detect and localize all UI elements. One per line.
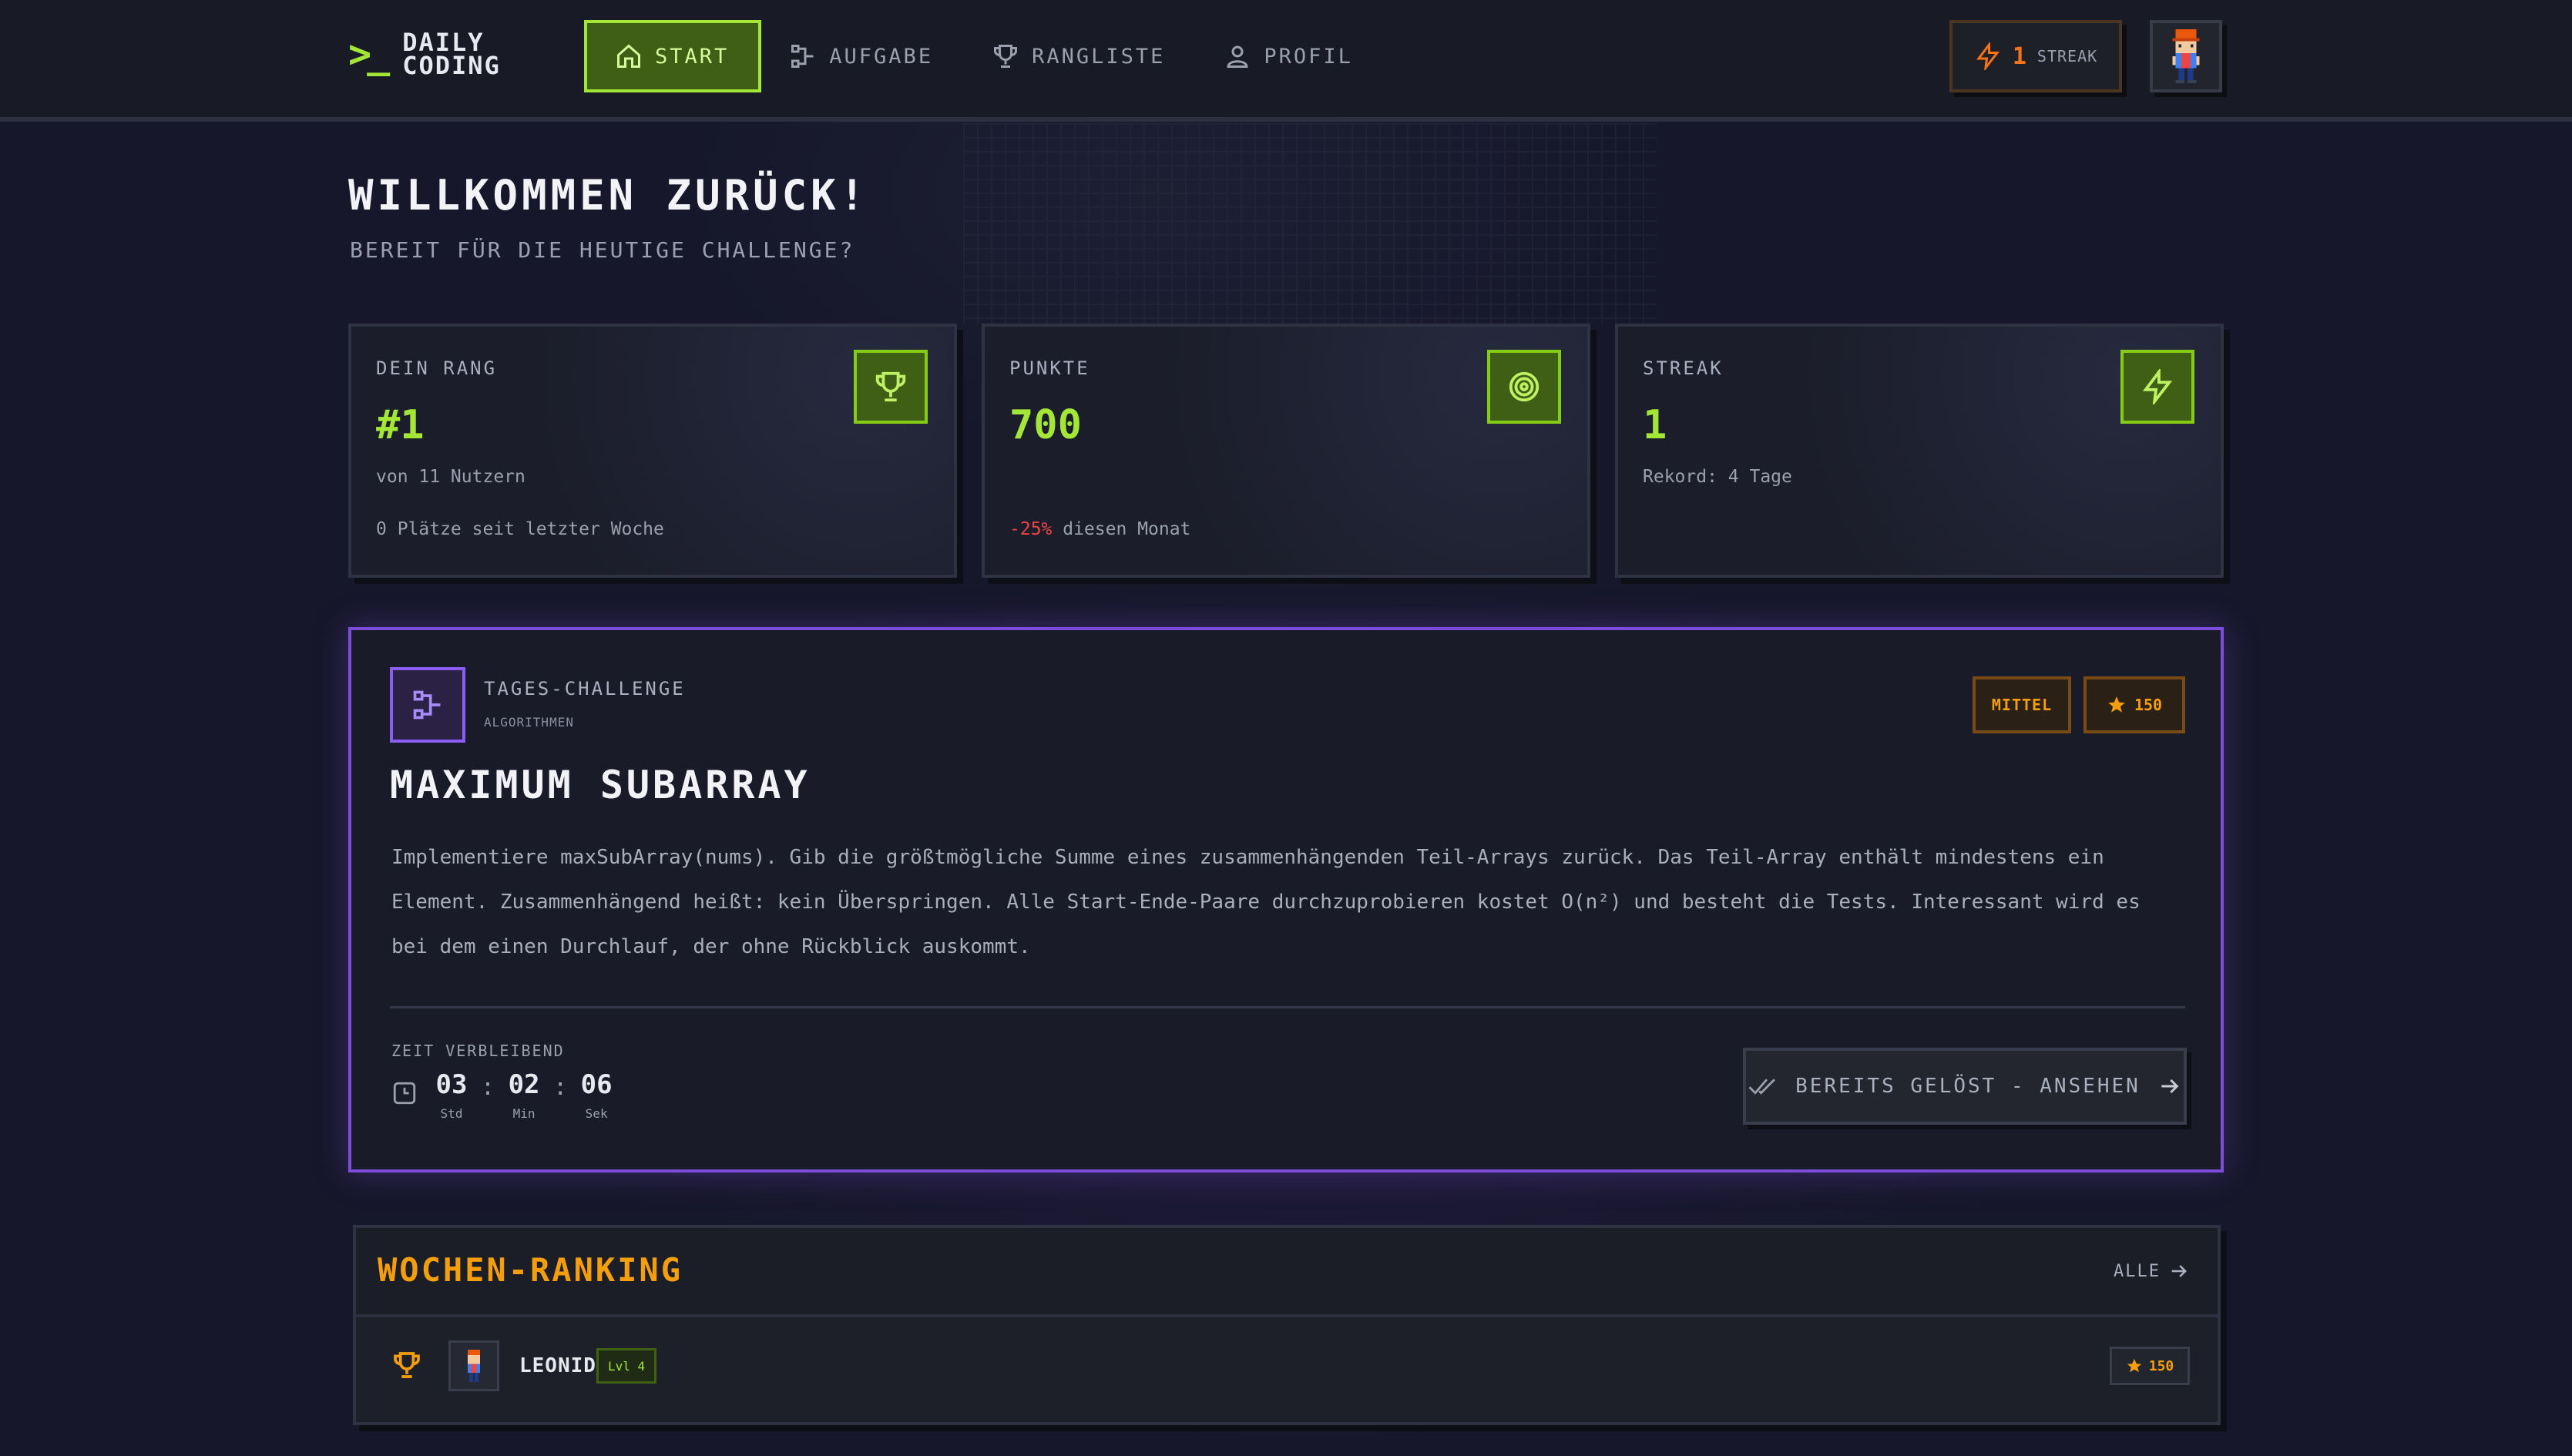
- stat-label: STREAK: [1643, 357, 1724, 379]
- stat-card-points: PUNKTE 700 -25% diesen Monat: [982, 324, 1590, 578]
- nav-start[interactable]: START: [584, 20, 762, 92]
- timer-minutes-value: 02: [508, 1069, 540, 1100]
- trophy-icon: [994, 45, 1018, 68]
- nav-rangliste[interactable]: RANGLISTE: [964, 20, 1196, 92]
- streak-label: STREAK: [2036, 47, 2098, 65]
- stat-note-text: diesen Monat: [1052, 519, 1191, 539]
- timer-seconds-value: 06: [580, 1069, 613, 1100]
- user-avatar-button[interactable]: [2150, 20, 2222, 92]
- level-badge: Lvl 4: [596, 1348, 657, 1384]
- daily-challenge-card: TAGES-CHALLENGE ALGORITHMEN MITTEL 150 M…: [348, 627, 2224, 1173]
- user-name: LEONID: [519, 1354, 596, 1377]
- nav-profil-label: PROFIL: [1264, 44, 1353, 69]
- target-icon: [1509, 371, 1540, 402]
- stat-value: 1: [1643, 402, 1667, 448]
- stat-value: 700: [1009, 402, 1082, 448]
- timer-seconds: 06 Sek: [575, 1069, 618, 1121]
- double-check-icon: [1748, 1079, 1776, 1095]
- stat-note-negative: -25%: [1009, 519, 1053, 539]
- challenge-title: MAXIMUM SUBARRAY: [390, 763, 811, 807]
- star-icon: [2127, 1358, 2141, 1373]
- flow-icon: [413, 690, 441, 720]
- app-logo[interactable]: >_ DAILY CODING: [348, 30, 501, 80]
- stat-card-rank: DEIN RANG #1 von 11 Nutzern 0 Plätze sei…: [348, 324, 957, 578]
- trophy-icon: [394, 1352, 420, 1378]
- background-grid-decoration: [963, 123, 1657, 324]
- user-points: 150: [2148, 1357, 2174, 1374]
- timer-separator: :: [481, 1074, 495, 1101]
- timer-seconds-label: Sek: [585, 1106, 608, 1121]
- view-solution-button[interactable]: BEREITS GELÖST - ANSEHEN: [1743, 1048, 2187, 1125]
- flow-icon: [791, 45, 814, 68]
- countdown-timer: 03 Std : 02 Min : 06 Sek: [391, 1069, 618, 1121]
- page-subtitle: BEREIT FÜR DIE HEUTIGE CHALLENGE?: [350, 237, 855, 263]
- timer-hours-label: Std: [440, 1106, 463, 1121]
- logo-text: DAILY CODING: [402, 30, 501, 80]
- timer-minutes-label: Min: [512, 1106, 536, 1121]
- arrow-right-icon: [2171, 1265, 2187, 1277]
- page-title: WILLKOMMEN ZURÜCK!: [348, 171, 869, 220]
- difficulty-badge: MITTEL: [1973, 676, 2071, 733]
- nav-rangliste-label: RANGLISTE: [1032, 44, 1166, 69]
- top-navigation-bar: >_ DAILY CODING START AUFGABE RANGLISTE …: [0, 0, 2572, 122]
- timer-hours: 03 Std: [430, 1069, 473, 1121]
- user-points-badge: 150: [2110, 1347, 2190, 1385]
- ranking-all-label: ALLE: [2114, 1261, 2161, 1281]
- ranking-row[interactable]: LEONID Lvl 4 150: [356, 1317, 2218, 1422]
- stat-icon-box: [854, 350, 928, 424]
- star-icon: [2108, 696, 2125, 713]
- challenge-icon-box: [390, 667, 465, 743]
- rank-trophy: [391, 1350, 422, 1384]
- logo-line-2: CODING: [402, 51, 501, 80]
- weekly-ranking-card: WOCHEN-RANKING ALLE LEONID Lvl 4 150: [353, 1225, 2221, 1425]
- timer-separator: :: [553, 1074, 568, 1101]
- stat-sub: Rekord: 4 Tage: [1643, 467, 1792, 487]
- clock-icon: [393, 1082, 416, 1105]
- stat-label: DEIN RANG: [376, 357, 498, 379]
- ranking-title: WOCHEN-RANKING: [378, 1251, 683, 1289]
- terminal-prompt-icon: >_: [348, 32, 390, 76]
- stat-label: PUNKTE: [1009, 357, 1090, 379]
- pixel-avatar-icon: [2172, 29, 2200, 83]
- timer-hours-value: 03: [435, 1069, 468, 1100]
- points-badge: 150: [2083, 676, 2185, 733]
- stat-note: 0 Plätze seit letzter Woche: [376, 519, 664, 539]
- avatar: [448, 1340, 499, 1391]
- nav-start-label: START: [655, 44, 730, 69]
- challenge-kicker: TAGES-CHALLENGE: [484, 678, 686, 699]
- points-value: 150: [2134, 696, 2163, 714]
- stat-icon-box: [2120, 350, 2194, 424]
- home-icon: [617, 44, 640, 68]
- bolt-icon: [1976, 42, 2000, 70]
- bolt-icon: [2142, 369, 2173, 404]
- nav-aufgabe[interactable]: AUFGABE: [761, 20, 964, 92]
- stat-icon-box: [1487, 350, 1561, 424]
- timer-label: ZEIT VERBLEIBEND: [391, 1042, 565, 1060]
- divider: [390, 1006, 2185, 1008]
- stat-card-streak: STREAK 1 Rekord: 4 Tage: [1615, 324, 2224, 578]
- trophy-icon: [875, 371, 906, 402]
- stat-note: -25% diesen Monat: [1009, 519, 1190, 539]
- main-nav: START AUFGABE RANGLISTE PROFIL: [584, 20, 1384, 92]
- pixel-avatar-icon: [467, 1350, 481, 1382]
- timer-minutes: 02 Min: [502, 1069, 546, 1121]
- stat-value: #1: [376, 402, 425, 448]
- challenge-description: Implementiere maxSubArray(nums). Gib die…: [391, 846, 2141, 958]
- nav-profil[interactable]: PROFIL: [1196, 20, 1384, 92]
- arrow-right-icon: [2161, 1079, 2179, 1094]
- user-icon: [1227, 45, 1248, 68]
- ranking-all-link[interactable]: ALLE: [2114, 1260, 2190, 1282]
- challenge-category: ALGORITHMEN: [484, 715, 574, 730]
- nav-aufgabe-label: AUFGABE: [829, 44, 934, 69]
- streak-count: 1: [2012, 42, 2026, 70]
- streak-indicator[interactable]: 1 STREAK: [1949, 20, 2122, 92]
- stat-sub: von 11 Nutzern: [376, 467, 525, 487]
- ranking-header: WOCHEN-RANKING ALLE: [356, 1228, 2218, 1317]
- view-solution-label: BEREITS GELÖST - ANSEHEN: [1795, 1075, 2141, 1098]
